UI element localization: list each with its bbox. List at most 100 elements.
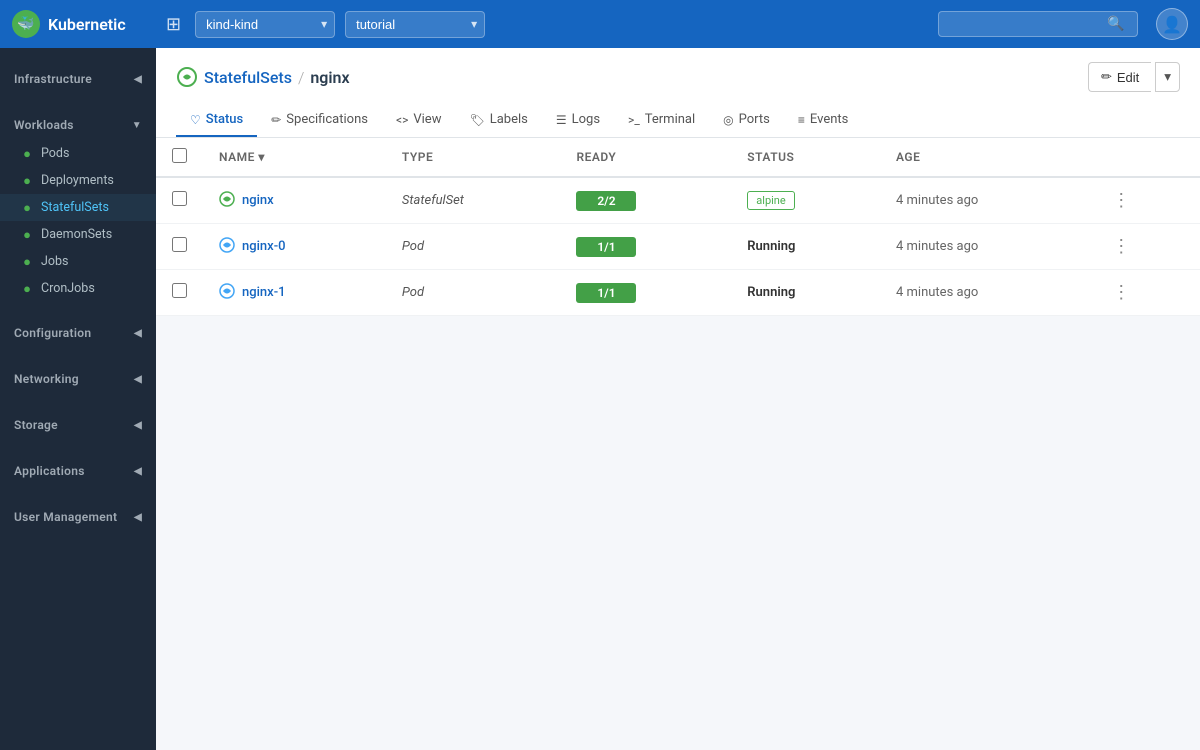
sidebar-item-deployments[interactable]: ● Deployments xyxy=(0,167,156,194)
sidebar-item-pods[interactable]: ● Pods xyxy=(0,140,156,167)
search-input[interactable] xyxy=(947,17,1107,32)
sidebar-section-user-management: User Management ◀ xyxy=(0,494,156,540)
name-cell-2: nginx-0 xyxy=(219,237,370,257)
tab-labels[interactable]: 🏷 Labels xyxy=(455,104,541,137)
cluster-select-wrapper: kind-kind xyxy=(195,11,335,38)
edit-dropdown-button[interactable]: ▾ xyxy=(1155,62,1180,92)
row-actions-menu-2[interactable]: ⋮ xyxy=(1108,234,1134,259)
navbar: 🐳 Kubernetic ⊞ kind-kind tutorial 🔍 👤 xyxy=(0,0,1200,48)
sidebar-item-statefulsets[interactable]: ● StatefulSets xyxy=(0,194,156,221)
sidebar-item-jobs[interactable]: ● Jobs xyxy=(0,248,156,275)
sidebar-group-user-management-label: User Management xyxy=(14,510,117,524)
tab-logs-label: Logs xyxy=(572,112,600,127)
row-checkbox-cell-2 xyxy=(156,224,203,270)
view-tab-icon: <> xyxy=(396,113,408,127)
sidebar-group-workloads[interactable]: Workloads ▼ xyxy=(0,110,156,140)
tab-terminal[interactable]: >_ Terminal xyxy=(614,104,709,137)
nginx-link[interactable]: nginx xyxy=(242,193,274,208)
tab-logs[interactable]: ☰ Logs xyxy=(542,104,614,137)
chevron-down-icon: ▼ xyxy=(132,120,142,131)
tab-ports-label: Ports xyxy=(739,112,770,127)
tab-view[interactable]: <> View xyxy=(382,104,455,137)
row-actions-2: ⋮ xyxy=(1092,224,1200,270)
tab-specifications[interactable]: ✏ Specifications xyxy=(257,104,382,137)
search-bar: 🔍 xyxy=(938,11,1138,37)
resources-table: NAME ▾ TYPE READY STATUS AGE xyxy=(156,138,1200,316)
col-name[interactable]: NAME ▾ xyxy=(203,138,386,177)
col-ready: READY xyxy=(560,138,731,177)
row-actions-3: ⋮ xyxy=(1092,270,1200,316)
row-status-2: Running xyxy=(731,224,880,270)
sidebar-section-workloads: Workloads ▼ ● Pods ● Deployments ● State… xyxy=(0,102,156,310)
row-actions-menu-3[interactable]: ⋮ xyxy=(1108,280,1134,305)
search-icon[interactable]: 🔍 xyxy=(1107,16,1124,32)
col-actions xyxy=(1092,138,1200,177)
chevron-right-icon-4: ◀ xyxy=(134,420,142,431)
table-container: NAME ▾ TYPE READY STATUS AGE xyxy=(156,138,1200,750)
content-header: StatefulSets / nginx ✏ Edit ▾ ♡ Status xyxy=(156,48,1200,138)
sidebar-group-configuration[interactable]: Configuration ◀ xyxy=(0,318,156,348)
ports-tab-icon: ◎ xyxy=(723,113,733,127)
nginx-statefulset-icon xyxy=(219,191,235,211)
grid-icon[interactable]: ⊞ xyxy=(162,10,185,39)
events-tab-icon: ≡ xyxy=(798,113,805,127)
sidebar-group-storage[interactable]: Storage ◀ xyxy=(0,410,156,440)
sidebar-item-daemonsets[interactable]: ● DaemonSets xyxy=(0,221,156,248)
status-running-3: Running xyxy=(747,285,795,300)
sidebar-item-daemonsets-label: DaemonSets xyxy=(41,227,112,242)
row-age-3: 4 minutes ago xyxy=(880,270,1092,316)
edit-button[interactable]: ✏ Edit xyxy=(1088,62,1151,92)
tab-specifications-label: Specifications xyxy=(286,112,368,127)
tab-ports[interactable]: ◎ Ports xyxy=(709,104,784,137)
tab-events-label: Events xyxy=(810,112,848,127)
statefulsets-icon: ● xyxy=(20,201,34,215)
specifications-tab-icon: ✏ xyxy=(271,113,281,127)
brand: 🐳 Kubernetic xyxy=(12,10,152,38)
sidebar-group-infrastructure[interactable]: Infrastructure ◀ xyxy=(0,64,156,94)
row-name-cell-3: nginx-1 xyxy=(203,270,386,316)
tab-terminal-label: Terminal xyxy=(645,112,695,127)
namespace-select[interactable]: tutorial xyxy=(345,11,485,38)
tab-events[interactable]: ≡ Events xyxy=(784,104,863,137)
sidebar-group-applications[interactable]: Applications ◀ xyxy=(0,456,156,486)
row-name-cell-1: nginx xyxy=(203,177,386,224)
sidebar: Infrastructure ◀ Workloads ▼ ● Pods ● De… xyxy=(0,48,156,750)
status-badge-1: alpine xyxy=(747,191,794,210)
table-row: nginx-0 Pod 1/1 Running 4 minutes ago ⋮ xyxy=(156,224,1200,270)
chevron-right-icon-5: ◀ xyxy=(134,466,142,477)
sidebar-group-user-management[interactable]: User Management ◀ xyxy=(0,502,156,532)
sidebar-group-networking[interactable]: Networking ◀ xyxy=(0,364,156,394)
namespace-select-wrapper: tutorial xyxy=(345,11,485,38)
user-menu[interactable]: 👤 xyxy=(1156,8,1188,40)
edit-label: Edit xyxy=(1117,70,1139,85)
sidebar-item-statefulsets-label: StatefulSets xyxy=(41,200,109,215)
select-all-checkbox[interactable] xyxy=(172,148,187,163)
row-ready-1: 2/2 xyxy=(560,177,731,224)
breadcrumb-current: nginx xyxy=(310,68,349,87)
sidebar-group-networking-label: Networking xyxy=(14,372,79,386)
nginx0-link[interactable]: nginx-0 xyxy=(242,239,286,254)
ready-bar-1: 2/2 xyxy=(576,191,636,211)
row-checkbox-1[interactable] xyxy=(172,191,187,206)
sidebar-item-jobs-label: Jobs xyxy=(41,254,69,269)
row-actions-menu-1[interactable]: ⋮ xyxy=(1108,188,1134,213)
deployments-icon: ● xyxy=(20,174,34,188)
tab-status[interactable]: ♡ Status xyxy=(176,104,257,137)
chevron-right-icon-6: ◀ xyxy=(134,512,142,523)
status-tab-icon: ♡ xyxy=(190,113,201,127)
row-ready-3: 1/1 xyxy=(560,270,731,316)
row-type-1: StatefulSet xyxy=(386,177,561,224)
sidebar-item-deployments-label: Deployments xyxy=(41,173,114,188)
sidebar-item-cronjobs[interactable]: ● CronJobs xyxy=(0,275,156,302)
row-status-3: Running xyxy=(731,270,880,316)
breadcrumb-parent[interactable]: StatefulSets xyxy=(204,68,292,87)
row-checkbox-3[interactable] xyxy=(172,283,187,298)
sidebar-section-configuration: Configuration ◀ xyxy=(0,310,156,356)
sidebar-group-storage-label: Storage xyxy=(14,418,58,432)
tab-labels-label: Labels xyxy=(490,112,528,127)
nginx1-link[interactable]: nginx-1 xyxy=(242,285,286,300)
brand-icon: 🐳 xyxy=(12,10,40,38)
cluster-select[interactable]: kind-kind xyxy=(195,11,335,38)
row-checkbox-2[interactable] xyxy=(172,237,187,252)
col-type: TYPE xyxy=(386,138,561,177)
